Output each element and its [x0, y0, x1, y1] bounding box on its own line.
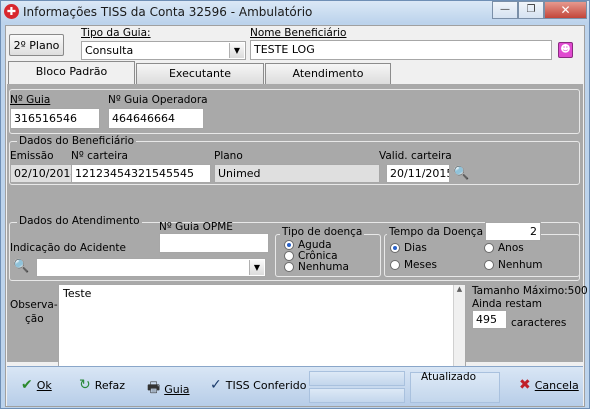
cancel-x-icon: ✖ [519, 377, 531, 393]
bloco-padrao-panel: Nº Guia 316516546 Nº Guia Operadora 4646… [7, 84, 588, 382]
app-icon: ✚ [4, 4, 19, 19]
tab-atendimento[interactable]: Atendimento [265, 63, 391, 84]
caracteres-label: caracteres [511, 317, 567, 329]
tipo-guia-value: Consulta [85, 44, 134, 57]
observacao-text: Teste [63, 287, 92, 300]
validade-label: Valid. carteira [379, 150, 452, 162]
guia-opme-input[interactable] [159, 233, 269, 253]
refaz-button[interactable]: ↻ Refaz [79, 377, 125, 393]
window-controls: — ❐ ✕ [492, 1, 587, 19]
tempo-doenca-title: Tempo da Doença [387, 226, 486, 238]
observacao-label-1: Observa- [10, 299, 58, 311]
status-box-bottom [309, 388, 405, 403]
check-icon: ✔ [21, 377, 33, 393]
tab-bloco-padrao[interactable]: Bloco Padrão [8, 61, 135, 85]
nome-beneficiario-label: Nome Beneficiário [250, 27, 347, 39]
atendimento-group-title: Dados do Atendimento [17, 215, 142, 227]
title-bar: ✚ Informações TISS da Conta 32596 - Ambu… [1, 1, 589, 23]
tab-executante[interactable]: Executante [136, 63, 264, 84]
maximize-button[interactable]: ❐ [518, 1, 544, 19]
restam-count-field: 495 [472, 310, 507, 329]
scroll-up-icon[interactable]: ▲ [454, 285, 465, 293]
form-body: 2º Plano Tipo da Guia: Consulta ▼ Nome B… [5, 25, 588, 407]
plano-label: Plano [214, 150, 243, 162]
window-title: Informações TISS da Conta 32596 - Ambula… [23, 5, 313, 19]
n-guia-label: Nº Guia [10, 94, 51, 106]
plano-field: Unimed [214, 164, 380, 183]
refresh-icon: ↻ [79, 377, 91, 393]
bottom-toolbar: ✔ Ok ↻ Refaz 🖶 Guia ✓ TISS Conferido Atu… [7, 366, 583, 406]
close-button[interactable]: ✕ [544, 1, 587, 19]
printer-icon: 🖶 [147, 380, 161, 396]
tempo-doenca-input[interactable]: 2 [485, 222, 541, 241]
radio-dot-icon [284, 262, 294, 272]
indicacao-acidente-select[interactable]: ▼ [36, 258, 266, 277]
emissao-label: Emissão [10, 150, 54, 162]
radio-dot-icon [390, 260, 400, 270]
emissao-field: 02/10/2014 [10, 164, 72, 183]
calendar-search-icon[interactable]: 🔍 [453, 166, 469, 181]
tipo-guia-label: Tipo da Guia: [81, 27, 151, 39]
validade-input[interactable]: 20/11/2015 [386, 164, 450, 183]
guia-opme-label: Nº Guia OPME [159, 221, 233, 233]
radio-dot-icon [284, 251, 294, 261]
observacao-label-2: ção [25, 313, 44, 325]
accident-search-icon[interactable]: 🔍 [13, 259, 29, 274]
atualizado-label: Atualizado [421, 371, 477, 383]
tempo-dias-radio[interactable]: Dias [390, 242, 427, 254]
tempo-anos-radio[interactable]: Anos [484, 242, 524, 254]
ainda-restam-label: Ainda restam [472, 298, 542, 310]
indicacao-acidente-label: Indicação do Acidente [10, 242, 126, 254]
ok-button[interactable]: ✔ Ok [21, 377, 52, 393]
radio-dot-icon [390, 243, 400, 253]
carteira-input[interactable]: 12123454321545545 [71, 164, 211, 183]
tamanho-maximo-label: Tamanho Máximo:500 [472, 285, 588, 297]
radio-dot-icon [284, 240, 294, 250]
tiss-conferido-button[interactable]: ✓ TISS Conferido [210, 377, 306, 393]
patient-search-icon[interactable]: ☻ [558, 42, 573, 58]
segundo-plano-button[interactable]: 2º Plano [9, 34, 64, 56]
nome-beneficiario-input[interactable]: TESTE LOG [250, 40, 552, 60]
n-guia-operadora-label: Nº Guia Operadora [108, 94, 208, 106]
tempo-nenhum-radio[interactable]: Nenhum [484, 259, 543, 271]
chevron-down-icon[interactable]: ▼ [249, 260, 264, 275]
cancela-button[interactable]: ✖ Cancela [519, 377, 579, 393]
n-guia-input[interactable]: 316516546 [10, 108, 100, 129]
radio-dot-icon [484, 260, 494, 270]
atualizado-box: Atualizado [410, 371, 500, 403]
tipo-guia-select[interactable]: Consulta ▼ [81, 41, 246, 60]
tiss-check-icon: ✓ [210, 377, 222, 393]
tipo-doenca-title: Tipo de doença [280, 226, 365, 238]
chevron-down-icon[interactable]: ▼ [229, 43, 244, 58]
guia-print-button[interactable]: 🖶 Guia [147, 377, 190, 401]
carteira-label: Nº carteira [71, 150, 128, 162]
radio-dot-icon [484, 243, 494, 253]
n-guia-operadora-input[interactable]: 464646664 [108, 108, 204, 129]
minimize-button[interactable]: — [492, 1, 518, 19]
tempo-meses-radio[interactable]: Meses [390, 259, 437, 271]
tipo-doenca-nenhuma-radio[interactable]: Nenhuma [284, 261, 349, 273]
beneficiario-group-title: Dados do Beneficiário [17, 135, 137, 147]
status-box-top [309, 371, 405, 386]
tiss-window: ✚ Informações TISS da Conta 32596 - Ambu… [0, 0, 590, 409]
